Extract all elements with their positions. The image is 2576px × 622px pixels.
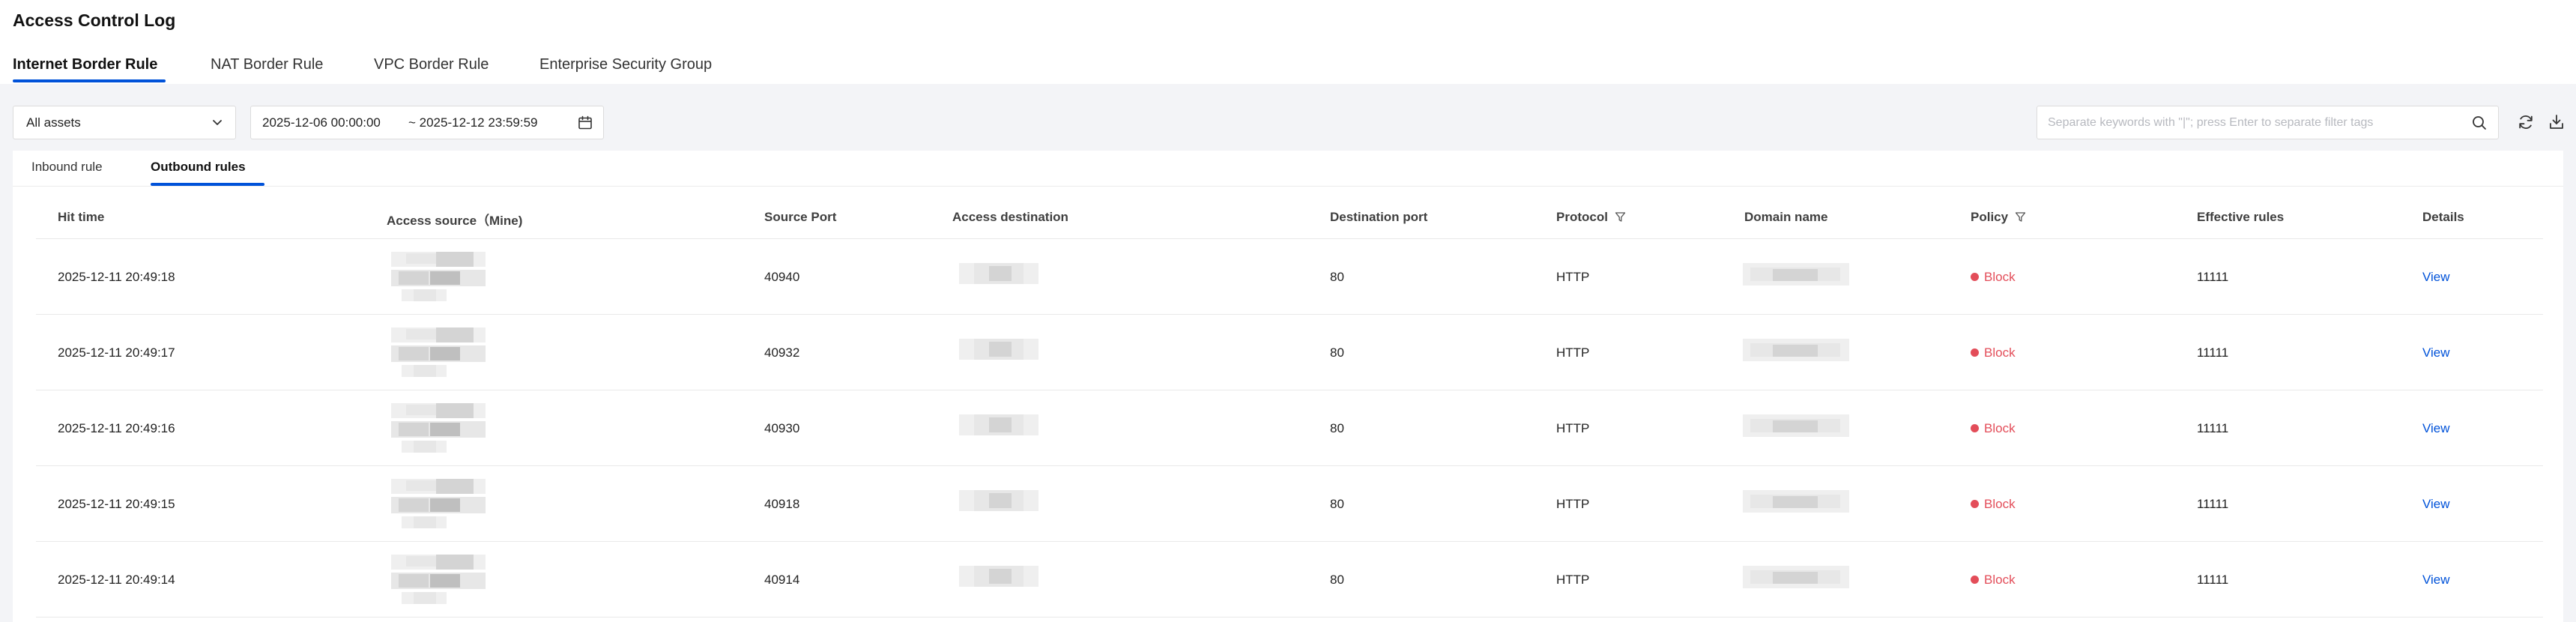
col-effective-rules: Effective rules	[2197, 210, 2285, 224]
search-input[interactable]	[2048, 113, 2452, 133]
cell-source-port: 40918	[764, 497, 800, 511]
access-log-table: Hit time Access source（Mine) Source Port…	[36, 196, 2543, 618]
date-range-picker[interactable]: 2025-12-06 00:00:00 ~ 2025-12-12 23:59:5…	[250, 106, 604, 139]
view-details-link[interactable]: View	[2422, 497, 2450, 512]
cell-policy: Block	[1971, 573, 2016, 588]
policy-label: Block	[1984, 345, 2016, 360]
cell-hit-time: 2025-12-11 20:49:16	[58, 421, 175, 435]
status-dot	[1971, 348, 1979, 357]
log-card: Inbound rule Outbound rules Hit time Acc…	[13, 151, 2563, 622]
col-protocol: Protocol	[1556, 210, 1626, 225]
tab-outbound-rules[interactable]: Outbound rules	[151, 160, 246, 175]
view-details-link[interactable]: View	[2422, 345, 2450, 360]
col-hit-time: Hit time	[58, 210, 105, 224]
policy-label: Block	[1984, 421, 2016, 435]
cell-effective-rules: 11111	[2197, 345, 2229, 360]
status-dot	[1971, 273, 1979, 281]
active-subtab-indicator	[151, 183, 264, 186]
page-title: Access Control Log	[13, 10, 176, 30]
cell-source-port: 40930	[764, 421, 800, 435]
cell-effective-rules: 11111	[2197, 497, 2229, 511]
cell-source-port: 40940	[764, 270, 800, 284]
cell-protocol: HTTP	[1556, 421, 1590, 435]
date-end: ~ 2025-12-12 23:59:59	[408, 115, 538, 130]
status-dot	[1971, 500, 1979, 508]
download-icon[interactable]	[2548, 113, 2566, 131]
cell-protocol: HTTP	[1556, 497, 1590, 511]
filter-icon[interactable]	[1615, 211, 1626, 223]
tab-inbound-rule[interactable]: Inbound rule	[31, 160, 103, 175]
table-row: 2025-12-11 20:49:17 40932 80 HTTP 11111 Block…	[36, 315, 2543, 390]
table-body: 2025-12-11 20:49:18 40940 80 HTTP 11111 Block…	[36, 239, 2543, 618]
cell-destination-port: 80	[1330, 497, 1344, 511]
cell-hit-time: 2025-12-11 20:49:18	[58, 270, 175, 284]
page-header: Access Control Log Internet Border Rule …	[0, 0, 2576, 84]
chevron-down-icon	[213, 120, 222, 125]
active-tab-indicator	[13, 79, 166, 82]
cell-hit-time: 2025-12-11 20:49:17	[58, 345, 175, 360]
filter-icon[interactable]	[2015, 211, 2026, 223]
refresh-icon[interactable]	[2517, 113, 2535, 131]
status-dot	[1971, 576, 1979, 584]
table-row: 2025-12-11 20:49:16 40930 80 HTTP 11111 Block…	[36, 390, 2543, 466]
policy-label: Block	[1984, 270, 2016, 284]
cell-protocol: HTTP	[1556, 573, 1590, 587]
col-source-port: Source Port	[764, 210, 837, 224]
calendar-icon	[578, 115, 592, 130]
view-details-link[interactable]: View	[2422, 270, 2450, 285]
cell-destination-port: 80	[1330, 345, 1344, 360]
policy-label: Block	[1984, 497, 2016, 511]
view-details-link[interactable]: View	[2422, 573, 2450, 588]
cell-destination-port: 80	[1330, 573, 1344, 587]
status-dot	[1971, 424, 1979, 432]
table-row: 2025-12-11 20:49:15 40918 80 HTTP 11111 Block…	[36, 466, 2543, 542]
cell-source-port: 40914	[764, 573, 800, 587]
table-row: 2025-12-11 20:49:14 40914 80 HTTP 11111 Block…	[36, 542, 2543, 618]
cell-effective-rules: 11111	[2197, 421, 2229, 435]
cell-hit-time: 2025-12-11 20:49:15	[58, 497, 175, 511]
col-access-destination: Access destination	[952, 210, 1068, 224]
cell-policy: Block	[1971, 345, 2016, 360]
main-tabs: Internet Border Rule NAT Border Rule VPC…	[0, 52, 899, 84]
cell-protocol: HTTP	[1556, 345, 1590, 360]
policy-label: Block	[1984, 573, 2016, 587]
col-destination-port: Destination port	[1330, 210, 1428, 224]
direction-tabs: Inbound rule Outbound rules	[13, 151, 2563, 187]
cell-effective-rules: 11111	[2197, 270, 2229, 284]
cell-policy: Block	[1971, 497, 2016, 512]
cell-effective-rules: 11111	[2197, 573, 2229, 587]
cell-destination-port: 80	[1330, 421, 1344, 435]
tab-internet-border-rule[interactable]: Internet Border Rule	[13, 56, 157, 73]
asset-select[interactable]: All assets	[13, 106, 236, 139]
col-access-source: Access source（Mine)	[387, 214, 523, 228]
tab-vpc-border-rule[interactable]: VPC Border Rule	[374, 56, 489, 73]
col-protocol-label: Protocol	[1556, 210, 1608, 224]
col-policy: Policy	[1971, 210, 2026, 225]
search-box[interactable]	[2037, 106, 2499, 139]
cell-policy: Block	[1971, 421, 2016, 436]
date-start: 2025-12-06 00:00:00	[262, 115, 381, 130]
col-policy-label: Policy	[1971, 210, 2009, 224]
cell-policy: Block	[1971, 270, 2016, 285]
tab-nat-border-rule[interactable]: NAT Border Rule	[211, 56, 323, 73]
search-icon[interactable]	[2471, 115, 2488, 131]
cell-protocol: HTTP	[1556, 270, 1590, 284]
col-domain-name: Domain name	[1744, 210, 1828, 224]
view-details-link[interactable]: View	[2422, 421, 2450, 436]
table-header: Hit time Access source（Mine) Source Port…	[36, 196, 2543, 239]
tab-enterprise-security-group[interactable]: Enterprise Security Group	[539, 56, 712, 73]
cell-hit-time: 2025-12-11 20:49:14	[58, 573, 175, 587]
table-row: 2025-12-11 20:49:18 40940 80 HTTP 11111 Block…	[36, 239, 2543, 315]
asset-select-value: All assets	[26, 115, 81, 130]
col-details: Details	[2422, 210, 2464, 224]
cell-source-port: 40932	[764, 345, 800, 360]
cell-destination-port: 80	[1330, 270, 1344, 284]
